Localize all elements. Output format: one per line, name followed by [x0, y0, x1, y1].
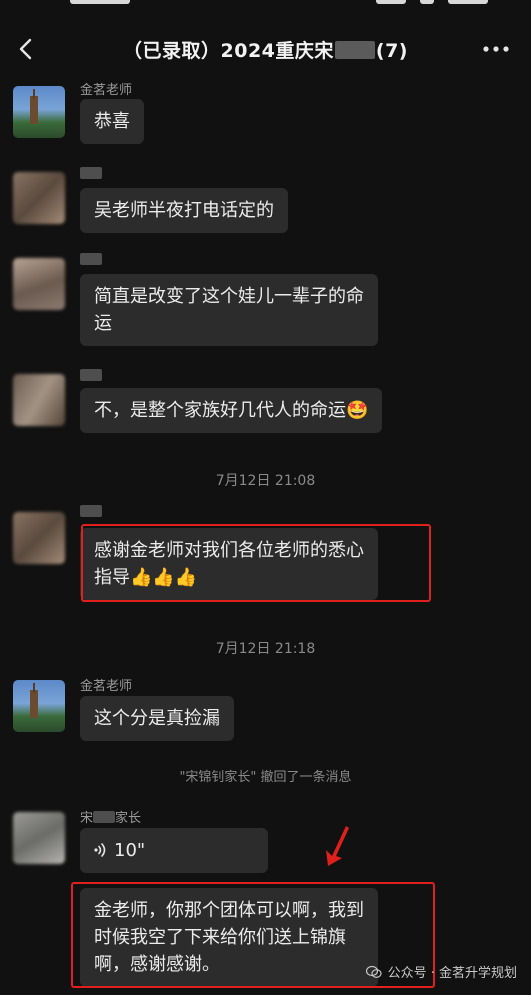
- avatar[interactable]: [13, 172, 65, 224]
- more-dots-icon[interactable]: [481, 38, 511, 60]
- avatar[interactable]: [13, 680, 65, 732]
- sender-name: 金茗老师: [80, 679, 133, 694]
- privacy-mask: [93, 811, 116, 823]
- voice-duration: 10": [114, 840, 146, 861]
- recall-notice: "宋锦钊家长" 撤回了一条消息: [179, 770, 352, 785]
- avatar[interactable]: [13, 86, 65, 138]
- watermark: 公众号 · 金茗升学规划: [365, 962, 517, 981]
- signal-icon: [376, 0, 406, 4]
- avatar[interactable]: [13, 258, 65, 310]
- chat-header: （已录取）2024重庆宋 (7): [0, 22, 531, 78]
- avatar[interactable]: [13, 374, 65, 426]
- wifi-icon: [420, 0, 434, 4]
- message-line: 简直是改变了这个娃儿一辈子的命: [94, 286, 364, 307]
- timestamp: 7月12日 21:18: [215, 641, 316, 657]
- timestamp: 7月12日 21:08: [215, 473, 316, 489]
- privacy-mask: [80, 167, 102, 179]
- sender-name: [80, 505, 102, 520]
- privacy-mask: [80, 505, 102, 517]
- sender-suffix: 家长: [115, 811, 142, 826]
- message-bubble[interactable]: 吴老师半夜打电话定的: [80, 188, 288, 233]
- chat-title: （已录取）2024重庆宋 (7): [0, 36, 531, 63]
- privacy-mask: [80, 253, 102, 265]
- chat-title-prefix: （已录取）2024重庆宋: [123, 40, 334, 62]
- status-time-clipped: [70, 0, 130, 4]
- message-bubble[interactable]: 这个分是真捡漏: [80, 696, 234, 741]
- message-bubble[interactable]: 恭喜: [80, 99, 144, 144]
- voice-message-bubble[interactable]: 10": [80, 828, 268, 873]
- sender-prefix: 宋: [80, 811, 94, 826]
- status-bar: [0, 0, 531, 14]
- watermark-text: 公众号 · 金茗升学规划: [387, 966, 517, 981]
- message-line: 运: [94, 313, 112, 334]
- chat-title-count: (7): [375, 40, 408, 62]
- sender-name: [80, 253, 102, 268]
- sender-name: [80, 369, 102, 384]
- message-text: 不，是整个家族好几代人的命运: [94, 400, 346, 421]
- battery-icon: [448, 0, 488, 4]
- red-arrow-icon: [326, 826, 349, 866]
- sender-name: 宋 家长: [80, 807, 141, 826]
- highlight-box: [81, 524, 431, 602]
- sender-name: 金茗老师: [80, 83, 133, 98]
- star-struck-emoji: 🤩: [346, 400, 369, 421]
- sender-name: [80, 167, 102, 182]
- message-bubble[interactable]: 不，是整个家族好几代人的命运🤩: [80, 388, 383, 433]
- privacy-mask: [334, 41, 375, 59]
- message-bubble[interactable]: 简直是改变了这个娃儿一辈子的命 运: [80, 274, 378, 346]
- privacy-mask: [80, 369, 102, 381]
- voice-icon: [94, 843, 106, 857]
- avatar[interactable]: [13, 512, 65, 564]
- avatar[interactable]: [13, 812, 65, 864]
- wechat-icon: [365, 965, 382, 978]
